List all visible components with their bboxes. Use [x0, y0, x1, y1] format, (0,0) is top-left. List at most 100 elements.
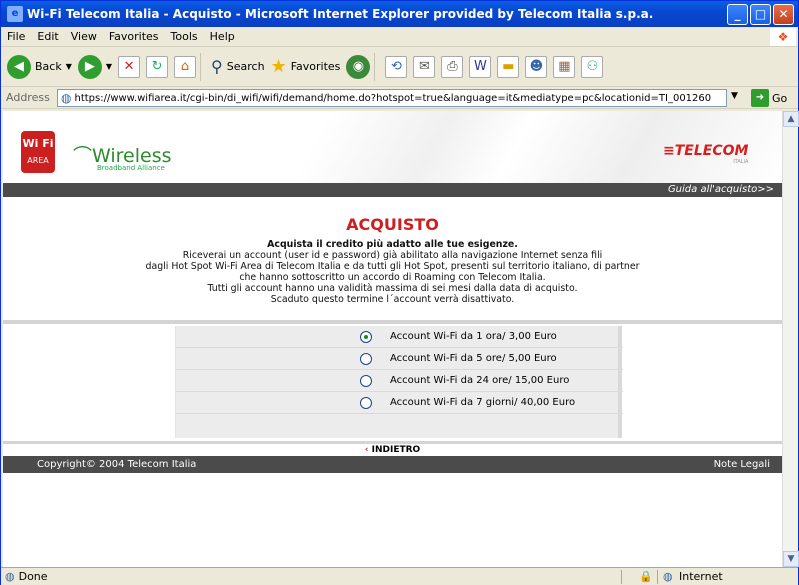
option-label: Account Wi-Fi da 1 ora/ 3,00 Euro	[390, 331, 557, 342]
history-icon: ⟲	[385, 55, 408, 78]
forward-arrow-icon: ▶	[77, 54, 102, 79]
back-button[interactable]: ◀ Back ▼	[7, 54, 72, 79]
description-line: Tutti gli account hanno una validità mas…	[207, 283, 578, 294]
menu-bar: File Edit View Favorites Tools Help ❖	[1, 27, 798, 47]
headline: Acquista il credito più adatto alle tue …	[267, 239, 518, 250]
mail-button[interactable]: ✉	[413, 55, 436, 78]
telecom-sub-text: ITALIA	[733, 159, 749, 165]
back-link[interactable]: ‹ INDIETRO	[3, 445, 782, 455]
description: Acquista il credito più adatto alle tue …	[3, 239, 782, 305]
go-arrow-icon: ➜	[751, 89, 769, 107]
option-row-5h[interactable]: Account Wi-Fi da 5 ore/ 5,00 Euro	[176, 348, 623, 370]
stop-icon: ✕	[118, 55, 141, 78]
wifi-area-logo: Wi Fi AREA	[21, 131, 55, 173]
star-icon: ★	[270, 56, 287, 77]
windows-logo-icon: ❖	[770, 28, 796, 46]
edit-button[interactable]: W	[469, 55, 492, 78]
lock-icon: 🔒	[639, 570, 653, 583]
home-icon: ⌂	[174, 55, 197, 78]
status-text: Done	[18, 570, 48, 583]
title-bar: e Wi-Fi Telecom Italia - Acquisto - Micr…	[1, 1, 798, 27]
options-panel: Account Wi-Fi da 1 ora/ 3,00 Euro Accoun…	[175, 326, 623, 438]
contacts-button[interactable]: ⚇	[581, 55, 604, 78]
option-row-7d[interactable]: Account Wi-Fi da 7 giorni/ 40,00 Euro	[176, 392, 623, 414]
contacts-icon: ⚇	[581, 55, 604, 78]
telecom-stripes-icon: ≡	[663, 143, 675, 159]
menu-file[interactable]: File	[1, 30, 31, 43]
footer: Copyright© 2004 Telecom Italia Note Lega…	[3, 456, 782, 473]
search-icon: ⚲	[211, 57, 223, 76]
status-bar: ◍ Done 🔒 ◍ Internet	[1, 567, 798, 585]
search-label: Search	[226, 60, 265, 73]
menu-favorites[interactable]: Favorites	[103, 30, 165, 43]
forward-button[interactable]: ▶ ▼	[77, 54, 112, 79]
page-status-icon: ◍	[5, 570, 15, 583]
radio-1h[interactable]	[360, 330, 372, 343]
description-line: che hanno sottoscritto un accordo di Roa…	[239, 272, 546, 283]
history-button[interactable]: ⟲	[385, 55, 408, 78]
zone-text: Internet	[679, 570, 723, 583]
stop-button[interactable]: ✕	[118, 55, 141, 78]
back-chevron-icon: ‹	[364, 445, 372, 455]
back-label: Back	[35, 60, 62, 73]
nav-bar: Guida all'acquisto>>	[3, 183, 782, 197]
description-line: dagli Hot Spot Wi-Fi Area di Telecom Ita…	[145, 261, 640, 272]
research-icon: ▦	[553, 55, 576, 78]
favorites-label: Favorites	[290, 60, 341, 73]
option-label: Account Wi-Fi da 5 ore/ 5,00 Euro	[390, 353, 557, 364]
go-label: Go	[772, 91, 788, 105]
radio-7d[interactable]	[360, 396, 372, 409]
address-label: Address	[6, 91, 50, 104]
page-title: ACQUISTO	[346, 215, 439, 234]
wireless-wave-icon: ⌒	[73, 145, 93, 167]
favorites-button[interactable]: ★ Favorites	[271, 56, 341, 77]
menu-view[interactable]: View	[65, 30, 103, 43]
print-icon: ⎙	[441, 55, 464, 78]
legal-link[interactable]: Note Legali	[714, 456, 770, 473]
guide-link[interactable]: Guida all'acquisto>>	[668, 184, 774, 195]
close-button[interactable]: ✕	[773, 4, 794, 25]
radio-5h[interactable]	[360, 352, 372, 365]
word-icon: W	[469, 55, 492, 78]
internet-zone-icon: ◍	[663, 570, 673, 583]
scroll-down-icon[interactable]: ▼	[783, 551, 799, 567]
description-line: Scaduto questo termine l´account verrà d…	[270, 294, 515, 305]
wireless-sub-text: Broadband Alliance	[97, 164, 165, 172]
wireless-logo: ⌒Wireless Broadband Alliance	[73, 141, 172, 172]
browser-window: e Wi-Fi Telecom Italia - Acquisto - Micr…	[0, 0, 799, 585]
divider	[3, 441, 782, 444]
go-button[interactable]: ➜ Go	[751, 89, 787, 107]
address-input[interactable]: ◍ https://www.wifiarea.it/cgi-bin/di_wif…	[57, 89, 727, 107]
menu-tools[interactable]: Tools	[165, 30, 204, 43]
option-label: Account Wi-Fi da 24 ore/ 15,00 Euro	[390, 375, 570, 386]
print-button[interactable]: ⎙	[441, 55, 464, 78]
menu-help[interactable]: Help	[204, 30, 241, 43]
address-url: https://www.wifiarea.it/cgi-bin/di_wifi/…	[74, 92, 712, 104]
address-bar: Address ◍ https://www.wifiarea.it/cgi-bi…	[1, 87, 798, 109]
vertical-scrollbar[interactable]: ▲ ▼	[782, 111, 799, 567]
refresh-button[interactable]: ↻	[146, 55, 169, 78]
address-dropdown-icon[interactable]: ▼	[731, 91, 738, 101]
option-row-24h[interactable]: Account Wi-Fi da 24 ore/ 15,00 Euro	[176, 370, 623, 392]
window-title: Wi-Fi Telecom Italia - Acquisto - Micros…	[27, 7, 654, 21]
menu-edit[interactable]: Edit	[31, 30, 64, 43]
radio-24h[interactable]	[360, 374, 372, 387]
header-banner: Wi Fi AREA ⌒Wireless Broadband Alliance …	[3, 111, 782, 183]
wifi-logo-text: Wi Fi	[22, 137, 54, 150]
minimize-button[interactable]: _	[727, 4, 748, 25]
page-content: Wi Fi AREA ⌒Wireless Broadband Alliance …	[3, 111, 782, 567]
home-button[interactable]: ⌂	[174, 55, 197, 78]
search-button[interactable]: ⚲ Search	[211, 57, 265, 76]
folder-button[interactable]: ▬	[497, 55, 520, 78]
media-button[interactable]: ◉	[346, 54, 371, 79]
toolbar: ◀ Back ▼ ▶ ▼ ✕ ↻ ⌂ ⚲ Search ★ Favorites ◉ ⟲ ✉…	[1, 47, 798, 87]
option-row-1h[interactable]: Account Wi-Fi da 1 ora/ 3,00 Euro	[176, 326, 623, 348]
back-arrow-icon: ◀	[7, 54, 31, 79]
page-icon: ◍	[61, 91, 72, 105]
scroll-up-icon[interactable]: ▲	[783, 111, 799, 127]
messenger-button[interactable]: ☻	[525, 55, 548, 78]
media-icon: ◉	[346, 54, 371, 79]
refresh-icon: ↻	[146, 55, 169, 78]
research-button[interactable]: ▦	[553, 55, 576, 78]
maximize-button[interactable]: □	[750, 4, 771, 25]
